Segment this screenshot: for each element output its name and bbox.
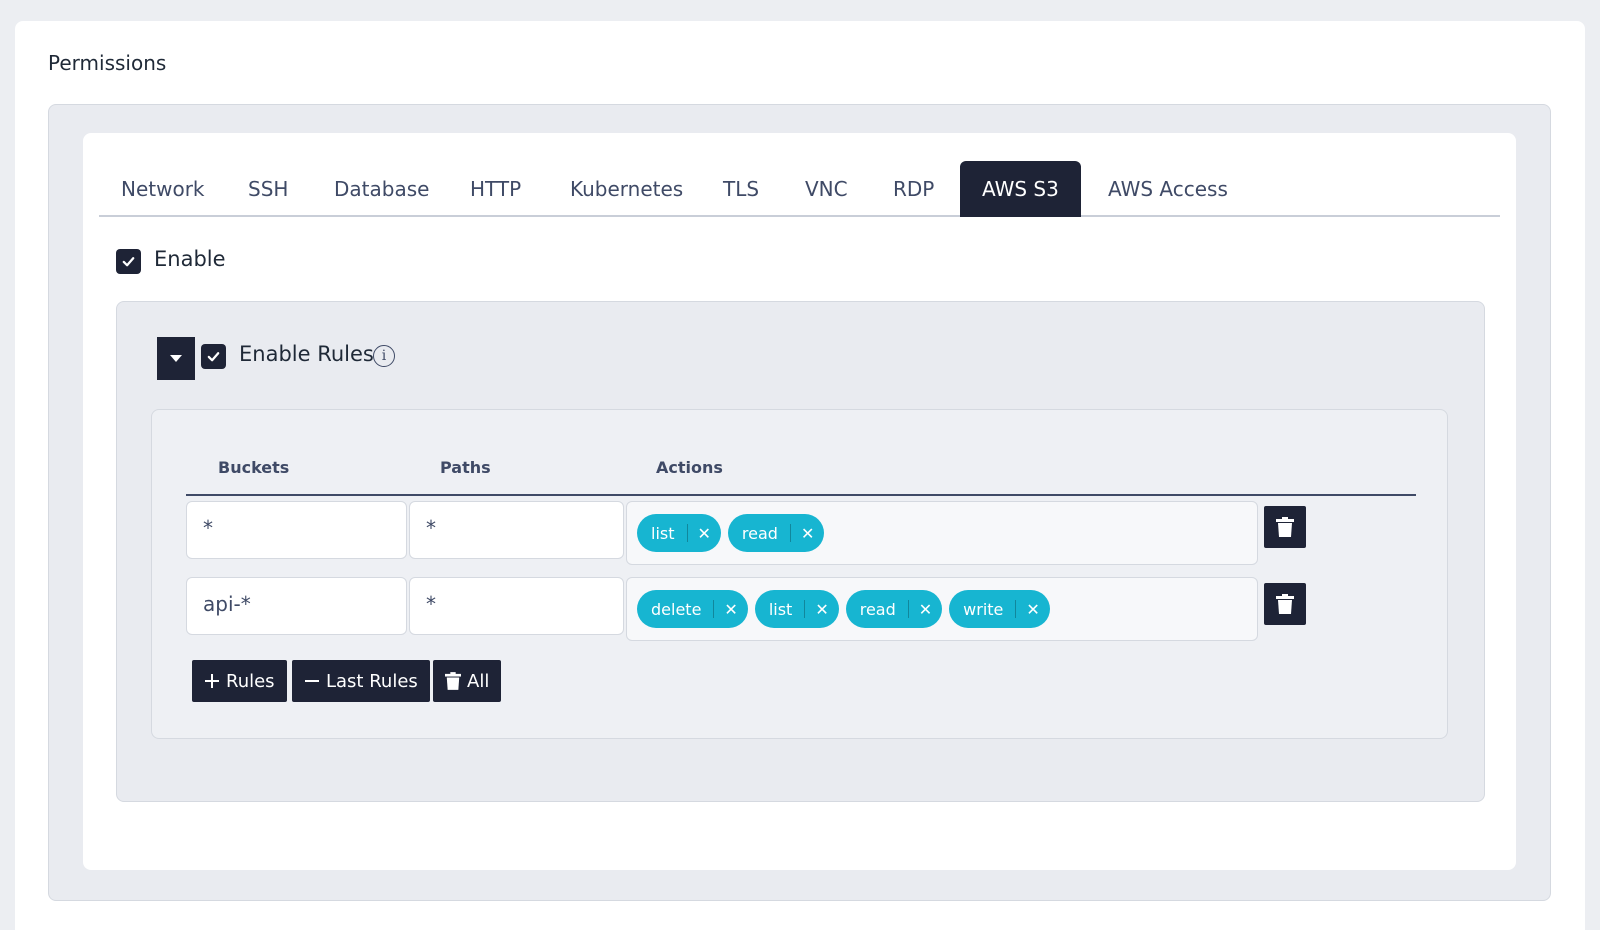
- chip-label: list: [768, 599, 793, 619]
- header-paths: Paths: [440, 458, 491, 477]
- action-chip: write ✕: [949, 590, 1050, 628]
- delete-row-button[interactable]: [1264, 506, 1306, 548]
- table-header: Buckets Paths Actions: [186, 410, 1416, 496]
- trash-icon: [445, 672, 461, 690]
- plus-icon: [205, 674, 219, 688]
- enable-checkbox[interactable]: [116, 249, 141, 274]
- section-title: Permissions: [48, 51, 167, 75]
- permissions-card: Permissions Network SSH Database HTTP Ku…: [15, 21, 1585, 930]
- remove-chip-icon[interactable]: ✕: [724, 600, 737, 619]
- chip-label: list: [651, 523, 675, 543]
- enable-rules-label: Enable Rules: [239, 342, 374, 366]
- collapse-toggle-button[interactable]: [157, 337, 195, 380]
- chip-label: read: [741, 523, 778, 543]
- actions-input[interactable]: list ✕ read ✕: [626, 501, 1258, 565]
- enable-label: Enable: [154, 247, 226, 271]
- tab-rdp[interactable]: RDP: [871, 161, 956, 217]
- tab-vnc[interactable]: VNC: [783, 161, 870, 217]
- tab-aws-access[interactable]: AWS Access: [1086, 161, 1250, 217]
- rules-table: Buckets Paths Actions * * list ✕ read ✕: [151, 409, 1448, 739]
- delete-all-label: All: [467, 670, 490, 692]
- action-chip: delete ✕: [637, 590, 748, 628]
- remove-chip-icon[interactable]: ✕: [801, 524, 814, 543]
- trash-icon: [1276, 517, 1294, 537]
- tab-bar: Network SSH Database HTTP Kubernetes TLS…: [99, 161, 1500, 217]
- actions-input[interactable]: delete ✕ list ✕ read ✕ write ✕: [626, 577, 1258, 641]
- path-input[interactable]: *: [409, 501, 624, 559]
- remove-chip-icon[interactable]: ✕: [1026, 600, 1039, 619]
- delete-all-rules-button[interactable]: All: [433, 660, 502, 702]
- caret-down-icon: [170, 354, 182, 362]
- trash-icon: [1276, 594, 1294, 614]
- add-rules-label: Rules: [226, 670, 275, 692]
- remove-chip-icon[interactable]: ✕: [698, 524, 711, 543]
- delete-row-button[interactable]: [1264, 583, 1306, 625]
- permissions-inner-card: Network SSH Database HTTP Kubernetes TLS…: [83, 133, 1516, 870]
- bucket-input[interactable]: api-*: [186, 577, 407, 635]
- minus-icon: [305, 680, 319, 682]
- tab-network[interactable]: Network: [99, 161, 227, 217]
- tab-tls[interactable]: TLS: [701, 161, 781, 217]
- info-icon[interactable]: i: [373, 345, 395, 367]
- chip-label: write: [963, 599, 1004, 619]
- rules-panel: Enable Rules i Buckets Paths Actions * *…: [116, 301, 1485, 802]
- remove-last-rules-label: Last Rules: [326, 670, 418, 692]
- tab-aws-s3[interactable]: AWS S3: [960, 161, 1081, 217]
- bucket-input[interactable]: *: [186, 501, 407, 559]
- action-chip: list ✕: [637, 514, 721, 552]
- chip-label: read: [859, 599, 896, 619]
- remove-chip-icon[interactable]: ✕: [919, 600, 932, 619]
- action-chip: list ✕: [754, 590, 839, 628]
- permissions-panel: Network SSH Database HTTP Kubernetes TLS…: [48, 104, 1551, 901]
- tab-http[interactable]: HTTP: [448, 161, 543, 217]
- check-icon: [122, 257, 135, 267]
- chip-label: delete: [651, 599, 702, 619]
- remove-last-rules-button[interactable]: Last Rules: [292, 660, 430, 702]
- check-icon: [207, 352, 220, 362]
- tab-database[interactable]: Database: [312, 161, 451, 217]
- action-chip: read ✕: [727, 514, 825, 552]
- header-buckets: Buckets: [218, 458, 290, 477]
- tab-ssh[interactable]: SSH: [226, 161, 310, 217]
- enable-rules-checkbox[interactable]: [201, 344, 226, 369]
- add-rules-button[interactable]: Rules: [192, 660, 287, 702]
- action-chip: read ✕: [845, 590, 943, 628]
- tab-kubernetes[interactable]: Kubernetes: [548, 161, 705, 217]
- remove-chip-icon[interactable]: ✕: [815, 600, 828, 619]
- path-input[interactable]: *: [409, 577, 624, 635]
- header-actions: Actions: [656, 458, 723, 477]
